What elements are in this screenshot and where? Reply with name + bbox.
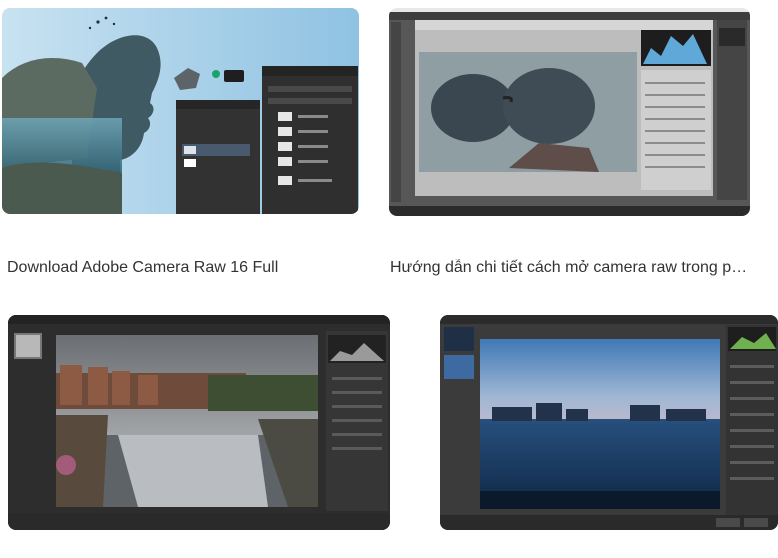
result-card-3[interactable] bbox=[8, 315, 390, 530]
result-caption-1[interactable]: Download Adobe Camera Raw 16 Full bbox=[7, 259, 359, 277]
result-caption-2[interactable]: Hướng dẫn chi tiết cách mở camera raw tr… bbox=[390, 259, 750, 277]
thumbnail-image bbox=[389, 8, 750, 216]
result-card-4[interactable] bbox=[440, 315, 778, 530]
thumbnail-image bbox=[8, 315, 390, 530]
thumbnail-image bbox=[440, 315, 778, 530]
thumbnail-image bbox=[2, 8, 359, 214]
result-card-1[interactable] bbox=[2, 8, 359, 214]
result-card-2[interactable] bbox=[389, 8, 750, 216]
